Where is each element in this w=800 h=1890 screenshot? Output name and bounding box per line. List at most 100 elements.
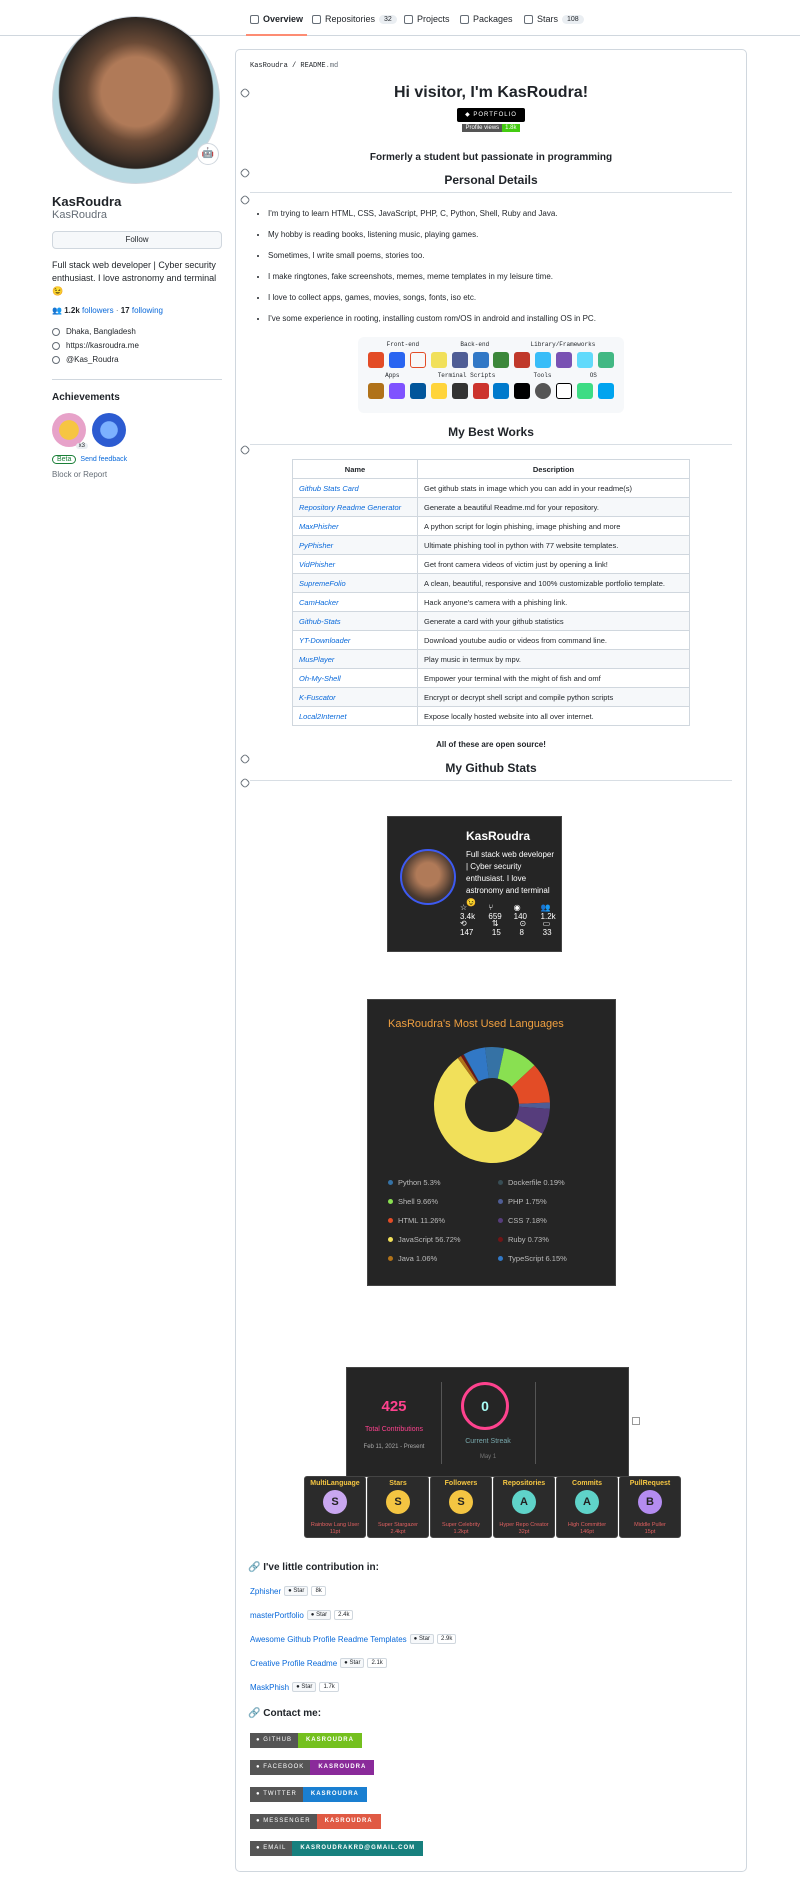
work-desc-cell: A clean, beautiful, responsive and 100% … — [417, 573, 690, 593]
table-icon — [404, 14, 413, 24]
legend-swatch — [498, 1218, 503, 1223]
work-name-cell: K-Fuscator — [292, 687, 418, 707]
commits-stat: 147 — [460, 928, 474, 937]
legend-item: CSS 7.18% — [498, 1216, 608, 1225]
avatar[interactable]: 🤖 — [52, 16, 220, 184]
trophy-points: 1.2kpt — [453, 1529, 469, 1535]
anchor-link-icon[interactable] — [239, 777, 251, 789]
breadcrumb-user[interactable]: KasRoudra — [250, 62, 288, 70]
typescript-icon — [472, 352, 489, 368]
work-link[interactable]: MaxPhisher — [299, 522, 339, 531]
legend-label: CSS 7.18% — [508, 1216, 547, 1225]
current-streak-date: May 1 — [479, 1454, 497, 1460]
android-icon — [576, 383, 593, 399]
table-row: Github-Stats Generate a card with your gi… — [292, 611, 690, 631]
legend-item: Shell 9.66% — [388, 1197, 498, 1206]
php-icon — [451, 352, 468, 368]
contribution-link[interactable]: Creative Profile Readme — [250, 1659, 337, 1668]
work-link[interactable]: Github Stats Card — [299, 484, 359, 493]
following-link[interactable]: 17 following — [121, 306, 163, 315]
github-star-button[interactable]: ● Star — [284, 1586, 309, 1596]
block-report-link[interactable]: Block or Report — [52, 470, 222, 479]
readme-panel: KasRoudra / README.md Hi visitor, I'm Ka… — [235, 49, 747, 1872]
list-item: Sometimes, I write small poems, stories … — [268, 245, 732, 266]
achievement-badge-2[interactable] — [92, 413, 126, 447]
github-star-button[interactable]: ● Star — [409, 1634, 434, 1644]
legend-swatch — [388, 1218, 393, 1223]
skill-group-label: Library/Frameworks — [530, 341, 596, 348]
followers-link[interactable]: 1.2k followers — [64, 306, 113, 315]
trophy-points: 11pt — [329, 1529, 341, 1535]
work-name-cell: SupremeFolio — [292, 573, 418, 593]
contact-badge-value: KASROUDRA — [297, 1733, 362, 1748]
trophy-rank: B — [638, 1490, 662, 1514]
stats-card-avatar — [400, 849, 456, 905]
follow-button[interactable]: Follow — [52, 231, 222, 249]
legend-item: TypeScript 6.15% — [498, 1254, 608, 1263]
table-row: MaxPhisher A python script for login phis… — [292, 516, 690, 536]
trophy-card: Stars S Super Stargazer 2.4kpt — [367, 1476, 429, 1538]
tab-overview[interactable]: Overview — [245, 14, 308, 36]
work-desc-cell: A python script for login phishing, imag… — [417, 516, 690, 536]
star-icon — [524, 14, 533, 24]
work-link[interactable]: Repository Readme Generator — [299, 503, 401, 512]
achievements-title: Achievements — [52, 392, 120, 403]
portfolio-badge[interactable]: ◆ PORTFOLIO — [457, 108, 525, 122]
contribution-link[interactable]: masterPortfolio — [250, 1611, 304, 1620]
legend-swatch — [388, 1199, 393, 1204]
twitter-link[interactable]: @Kas_Roudra — [66, 353, 119, 367]
github-star-button[interactable]: ● Star — [292, 1682, 317, 1692]
legend-swatch — [388, 1180, 393, 1185]
achievement-badge-1[interactable] — [52, 413, 86, 447]
website-link[interactable]: https://kasroudra.me — [66, 339, 139, 353]
work-link[interactable]: CamHacker — [299, 598, 339, 607]
work-link[interactable]: PyPhisher — [299, 541, 333, 550]
contribution-link[interactable]: Awesome Github Profile Readme Templates — [250, 1635, 407, 1644]
trophy-points: 2.4kpt — [390, 1529, 406, 1535]
anchor-link-icon[interactable] — [239, 167, 251, 179]
work-link[interactable]: Local2Internet — [299, 712, 347, 721]
github-star-button[interactable]: ● Star — [340, 1658, 365, 1668]
table-header: Description — [417, 459, 690, 479]
anchor-link-icon[interactable] — [239, 194, 251, 206]
work-link[interactable]: Github-Stats — [299, 617, 341, 626]
work-link[interactable]: YT-Downloader — [299, 636, 350, 645]
work-name-cell: Oh-My-Shell — [292, 668, 418, 688]
tab-projects[interactable]: Projects — [404, 14, 450, 24]
work-link[interactable]: Oh-My-Shell — [299, 674, 341, 683]
github-star-button[interactable]: ● Star — [306, 1610, 332, 1620]
java-icon — [368, 383, 385, 399]
work-link[interactable]: SupremeFolio — [299, 579, 346, 588]
work-link[interactable]: MusPlayer — [299, 655, 334, 664]
work-link[interactable]: K-Fuscator — [299, 693, 336, 702]
contribution-link[interactable]: Zphisher — [250, 1587, 281, 1596]
contributions-range: Feb 11, 2021 - Present — [363, 1444, 425, 1450]
contact-badge-value: KASROUDRA — [316, 1814, 381, 1829]
status-emoji[interactable]: 🤖 — [197, 143, 219, 165]
chart-legend: Python 5.3% Dockerfile 0.19% Shell 9.66% PH… — [388, 1178, 608, 1263]
trophy-subtitle: Super Celebrity — [442, 1522, 480, 1528]
streak-divider — [535, 1382, 536, 1464]
contact-badge-label: ● EMAIL — [250, 1841, 293, 1856]
legend-label: Java 1.06% — [398, 1254, 438, 1263]
list-item: I love to collect apps, games, movies, s… — [268, 287, 732, 308]
contribution-link[interactable]: MaskPhish — [250, 1683, 289, 1692]
contact-badge-email[interactable]: ● EMAIL KASROUDRAKRD@GMAIL.COM — [250, 1841, 424, 1856]
divider — [52, 379, 222, 380]
send-feedback-link[interactable]: Send feedback — [80, 456, 127, 463]
windows-icon — [597, 383, 614, 399]
contact-badge-twitter[interactable]: ● TWITTER KASROUDRA — [250, 1787, 367, 1802]
contact-badge-github[interactable]: ● GITHUB KASROUDRA — [250, 1733, 362, 1748]
tab-repositories[interactable]: Repositories 32 — [312, 14, 397, 24]
contact-badge-facebook[interactable]: ● FACEBOOK KASROUDRA — [250, 1760, 375, 1775]
tab-packages[interactable]: Packages — [460, 14, 513, 24]
anchor-link-icon[interactable] — [239, 444, 251, 456]
tab-stars[interactable]: Stars 108 — [524, 14, 584, 24]
profile-views-badge: Profile views 1.8k — [250, 124, 732, 132]
work-link[interactable]: VidPhisher — [299, 560, 335, 569]
legend-swatch — [388, 1237, 393, 1242]
contact-badge-messenger[interactable]: ● MESSENGER KASROUDRA — [250, 1814, 381, 1829]
anchor-link-icon[interactable] — [239, 753, 251, 765]
trophy-card: PullRequest B Middle Puller 15pt — [619, 1476, 681, 1538]
anchor-link-icon[interactable] — [239, 87, 251, 99]
